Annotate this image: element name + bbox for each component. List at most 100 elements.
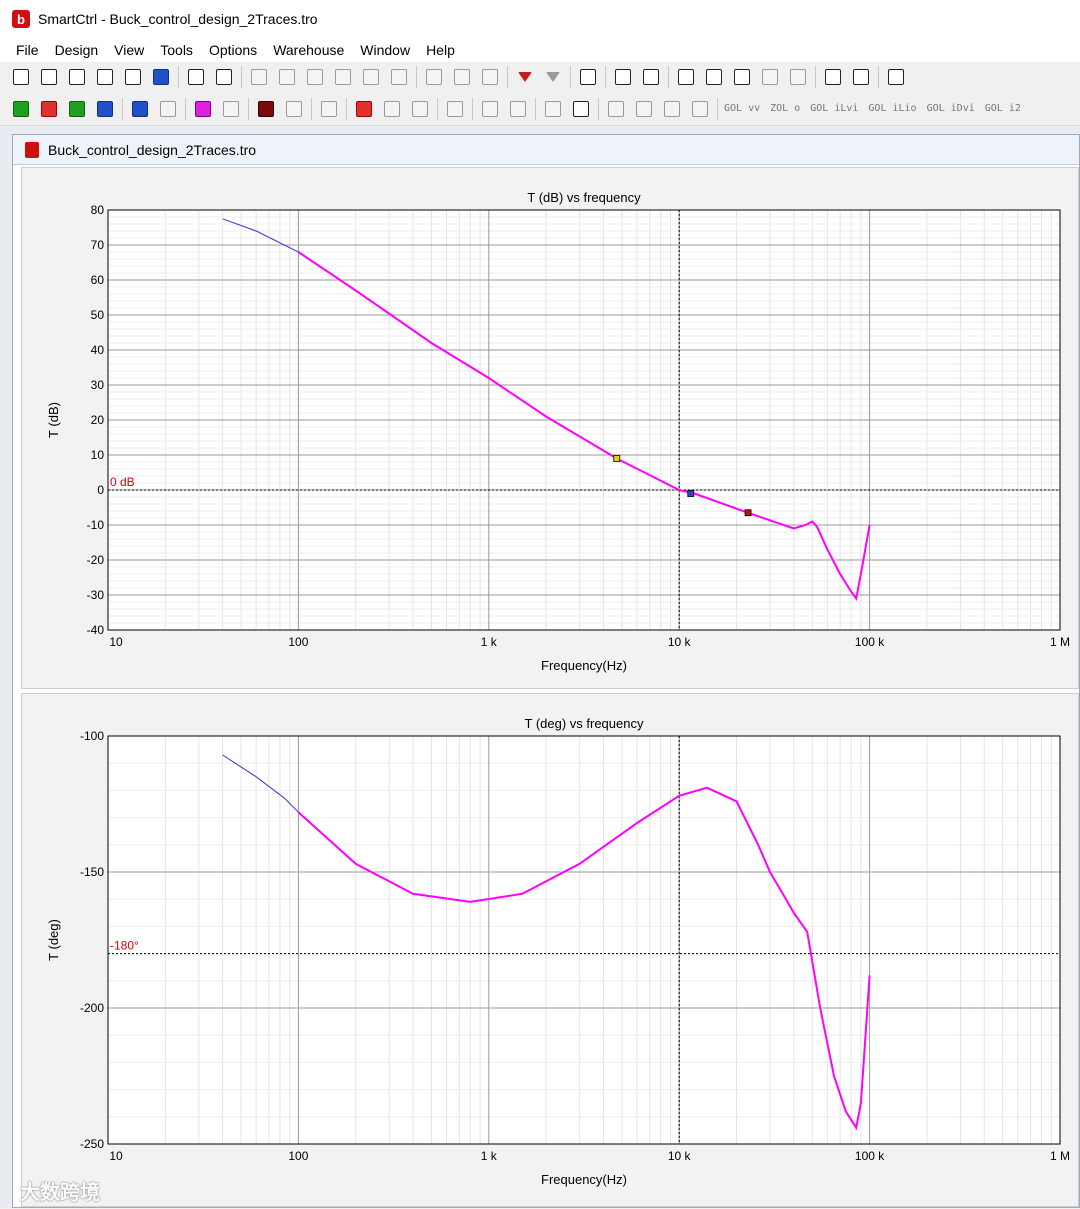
phase-chart[interactable]: 10 100 1 k 10 k 100 k 1 M -100 -150 -200 -250 -180… (22, 694, 1078, 1206)
x-tick-label: 100 (288, 635, 308, 649)
edit-alt-icon[interactable] (213, 66, 235, 88)
inverter-dim-icon[interactable] (283, 98, 305, 120)
magnitude-chart[interactable]: 10 100 1 k 10 k 100 k1 M80706050403020100-10… (22, 168, 1078, 688)
play-icon[interactable] (822, 66, 844, 88)
x-tick-label: 100 k (855, 635, 885, 649)
chart-icon[interactable] (612, 66, 634, 88)
chart-alt-icon[interactable] (640, 66, 662, 88)
buck-converter-icon[interactable] (10, 98, 32, 120)
mdi-area: Buck_control_design_2Traces.tro 10 100 1 k… (0, 126, 1080, 1208)
inverter-icon[interactable] (255, 98, 277, 120)
y-tick-label: -200 (80, 1001, 104, 1015)
calc-alt-icon[interactable] (507, 98, 529, 120)
data-marker (613, 455, 621, 462)
toolbar-separator (668, 66, 669, 88)
x-tick-label: 1 M (1050, 635, 1070, 649)
gol-i2-button[interactable]: GOL i2 (985, 103, 1021, 114)
ti-icon[interactable] (605, 98, 627, 120)
y-tick-label: -20 (87, 553, 105, 567)
x-tick-label: 100 k (855, 1149, 885, 1163)
pfc-dim-icon[interactable] (220, 98, 242, 120)
toolbar-separator (570, 66, 571, 88)
edit-icon[interactable] (185, 66, 207, 88)
window-small-icon[interactable] (787, 66, 809, 88)
forward-icon[interactable] (129, 98, 151, 120)
rs-icon[interactable] (353, 98, 375, 120)
waveform-icon[interactable] (444, 98, 466, 120)
buck-boost-icon[interactable] (66, 98, 88, 120)
zol-o-button[interactable]: ZOL o (770, 103, 800, 114)
menu-design[interactable]: Design (47, 42, 107, 58)
gol-idvi-button[interactable]: GOL iDvi (927, 103, 975, 114)
open-recent-icon[interactable] (94, 66, 116, 88)
x-tick-label: 1 k (481, 635, 498, 649)
sensor-icon[interactable] (276, 66, 298, 88)
x-tick-label: 1 k (481, 1149, 498, 1163)
document-window: Buck_control_design_2Traces.tro 10 100 1 k… (12, 134, 1080, 1208)
menu-view[interactable]: View (106, 42, 152, 58)
block-a-icon[interactable] (423, 66, 445, 88)
modulator-icon[interactable] (332, 66, 354, 88)
tv-icon[interactable] (409, 98, 431, 120)
menu-help[interactable]: Help (418, 42, 463, 58)
toolbar-separator (248, 97, 249, 120)
magnitude-plot-pane: 10 100 1 k 10 k 100 k1 M 80 70 60 50 40 30 20 10 0 -10… (21, 167, 1079, 689)
binary-icon[interactable] (577, 66, 599, 88)
block-b-icon[interactable] (451, 66, 473, 88)
document-icon (25, 141, 39, 158)
gol-vv-button[interactable]: GOL vv (724, 103, 760, 114)
window-table-icon[interactable] (759, 66, 781, 88)
block-c-icon[interactable] (479, 66, 501, 88)
window-split-icon[interactable] (703, 66, 725, 88)
y-tick-label: 80 (91, 203, 105, 217)
y-tick-label: 0 (97, 483, 104, 497)
new-file-icon[interactable] (10, 66, 32, 88)
forward-dim-icon[interactable] (157, 98, 179, 120)
flyback-icon[interactable] (94, 98, 116, 120)
import-down-dim-icon[interactable] (542, 66, 564, 88)
gol-ilvi-button[interactable]: GOL iLvi (810, 103, 858, 114)
boost-converter-icon[interactable] (38, 98, 60, 120)
menu-options[interactable]: Options (201, 42, 265, 58)
plant-icon[interactable] (248, 66, 270, 88)
smartctrl-app-icon: b (12, 10, 30, 28)
sweep-icon[interactable] (388, 66, 410, 88)
gol-ilio-button[interactable]: GOL iLio (868, 103, 916, 114)
wrench-active-icon[interactable] (570, 98, 592, 120)
tsc-icon[interactable] (689, 98, 711, 120)
save-icon[interactable] (150, 66, 172, 88)
loop-icon[interactable] (360, 66, 382, 88)
tgrid-icon[interactable] (661, 98, 683, 120)
calc-icon[interactable] (479, 98, 501, 120)
menu-warehouse[interactable]: Warehouse (265, 42, 352, 58)
phase-plot-pane: 10 100 1 k 10 k 100 k 1 M -100 -150 -200 -250 -180… (21, 693, 1079, 1207)
regulator-icon[interactable] (304, 66, 326, 88)
wrench-icon[interactable] (542, 98, 564, 120)
new-folder-icon[interactable] (38, 66, 60, 88)
menu-window[interactable]: Window (352, 42, 418, 58)
y-axis-label: T (deg) (46, 919, 61, 961)
toolbar-separator (535, 97, 536, 120)
tr-icon[interactable] (633, 98, 655, 120)
step-icon[interactable] (850, 66, 872, 88)
menu-tools[interactable]: Tools (152, 42, 201, 58)
window-grid-icon[interactable] (731, 66, 753, 88)
chart-title: T (dB) vs frequency (527, 190, 641, 205)
x-tick-label: 10 (109, 635, 123, 649)
import-down-icon[interactable] (514, 66, 536, 88)
x-axis-label: Frequency(Hz) (541, 1172, 627, 1187)
pfc-icon[interactable] (192, 98, 214, 120)
x-tick-label: 10 k (668, 1149, 692, 1163)
open-design-icon[interactable] (122, 66, 144, 88)
generic-plant-icon[interactable] (318, 98, 340, 120)
open-file-icon[interactable] (66, 66, 88, 88)
y-tick-label: -250 (80, 1137, 104, 1151)
dc-icon[interactable] (381, 98, 403, 120)
window-single-icon[interactable] (675, 66, 697, 88)
title-bar: b SmartCtrl - Buck_control_design_2Trace… (0, 0, 1080, 38)
y-tick-label: -10 (87, 518, 105, 532)
menu-file[interactable]: File (8, 42, 47, 58)
x-tick-label: 10 (109, 1149, 123, 1163)
export-icon[interactable] (885, 66, 907, 88)
toolbar-separator (605, 66, 606, 88)
